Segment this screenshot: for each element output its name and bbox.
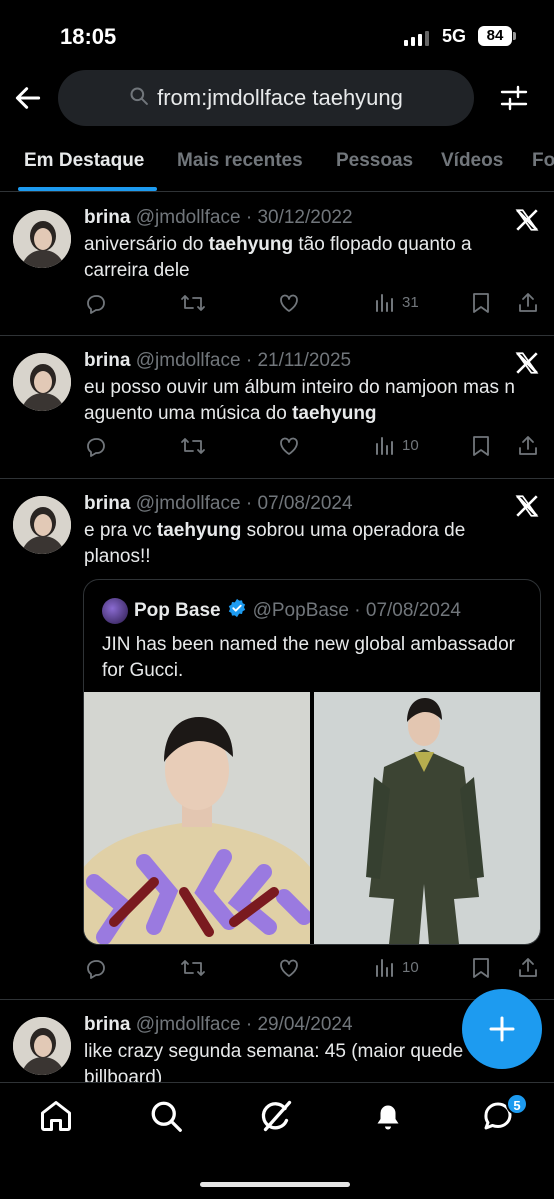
author-handle-date: @jmdollface · 21/11/2025 xyxy=(135,350,352,371)
tab-pessoas[interactable]: Pessoas xyxy=(336,150,413,172)
search-header: from:jmdollface taehyung xyxy=(0,70,554,126)
quote-handle-date: @PopBase · 07/08/2024 xyxy=(252,600,461,621)
active-tab-indicator xyxy=(18,187,157,191)
author-name[interactable]: brina xyxy=(84,350,130,371)
share-icon[interactable] xyxy=(516,956,540,980)
post-actions: 10 xyxy=(84,956,544,984)
author-handle-date: @jmdollface · 29/04/2024 xyxy=(135,1014,353,1035)
share-icon[interactable] xyxy=(516,434,540,458)
like-icon[interactable] xyxy=(276,434,302,458)
filter-settings-icon[interactable] xyxy=(498,82,530,114)
author-handle-date: @jmdollface · 30/12/2022 xyxy=(135,207,353,228)
post-header: brina @jmdollface · 07/08/2024 xyxy=(84,493,353,515)
bookmark-icon[interactable] xyxy=(470,434,492,458)
tab-fotos[interactable]: Fo xyxy=(532,150,554,172)
reply-icon[interactable] xyxy=(84,956,108,980)
compose-post-button[interactable] xyxy=(462,989,542,1069)
post-item[interactable]: brina @jmdollface · 30/12/2022 aniversár… xyxy=(0,193,554,336)
battery-icon: 84 xyxy=(478,26,512,46)
battery-cap xyxy=(513,32,516,40)
repost-icon[interactable] xyxy=(180,434,206,458)
messages-badge: 5 xyxy=(506,1093,528,1115)
post-header: brina @jmdollface · 29/04/2024 xyxy=(84,1014,353,1036)
avatar[interactable] xyxy=(13,1017,71,1075)
home-indicator xyxy=(200,1182,350,1187)
post-actions: 10 xyxy=(84,434,544,462)
post-actions: 31 xyxy=(84,291,544,319)
verified-badge-icon xyxy=(227,598,247,624)
tab-mais-recentes[interactable]: Mais recentes xyxy=(177,150,303,172)
post-header: brina @jmdollface · 30/12/2022 xyxy=(84,207,353,229)
tab-em-destaque[interactable]: Em Destaque xyxy=(24,150,144,172)
signal-icon xyxy=(404,31,429,46)
bookmark-icon[interactable] xyxy=(470,956,492,980)
back-arrow-icon[interactable] xyxy=(12,82,44,114)
search-query: from:jmdollface taehyung xyxy=(157,85,403,110)
post-header: brina @jmdollface · 21/11/2025 xyxy=(84,350,351,372)
x-logo-icon xyxy=(514,207,540,233)
repost-icon[interactable] xyxy=(180,956,206,980)
home-icon[interactable] xyxy=(38,1098,74,1134)
quote-author-name: Pop Base xyxy=(134,600,221,621)
x-logo-icon xyxy=(514,350,540,376)
views-count[interactable]: 10 xyxy=(374,434,419,456)
post-text: e pra vc taehyung sobrou uma operadora d… xyxy=(84,520,466,567)
bookmark-icon[interactable] xyxy=(470,291,492,315)
network-label: 5G xyxy=(442,26,467,46)
post-item[interactable]: brina @jmdollface · 07/08/2024 e pra vc … xyxy=(0,479,554,1000)
like-icon[interactable] xyxy=(276,291,302,315)
search-tabs: Em Destaque Mais recentes Pessoas Vídeos… xyxy=(0,140,554,192)
notifications-icon[interactable] xyxy=(370,1098,406,1134)
quoted-post[interactable]: Pop Base @PopBase · 07/08/2024 JIN has b… xyxy=(83,579,541,945)
post-text: eu posso ouvir um álbum inteiro do namjo… xyxy=(84,377,515,424)
views-count[interactable]: 31 xyxy=(374,291,419,313)
post-text: aniversário do taehyung tão flopado quan… xyxy=(84,234,472,281)
views-count[interactable]: 10 xyxy=(374,956,419,978)
quote-avatar[interactable] xyxy=(102,598,128,624)
status-bar: 18:05 5G 84 xyxy=(0,0,554,62)
search-icon xyxy=(129,86,149,111)
tab-videos[interactable]: Vídeos xyxy=(441,150,503,172)
plus-icon xyxy=(489,1016,515,1042)
quote-photo[interactable] xyxy=(314,692,540,944)
avatar[interactable] xyxy=(13,210,71,268)
search-icon[interactable] xyxy=(148,1098,184,1134)
avatar[interactable] xyxy=(13,353,71,411)
author-name[interactable]: brina xyxy=(84,493,130,514)
reply-icon[interactable] xyxy=(84,434,108,458)
grok-icon[interactable] xyxy=(258,1098,294,1134)
status-time: 18:05 xyxy=(60,24,117,49)
search-input[interactable]: from:jmdollface taehyung xyxy=(58,70,474,126)
quote-header: Pop Base @PopBase · 07/08/2024 xyxy=(102,598,461,624)
author-handle-date: @jmdollface · 07/08/2024 xyxy=(135,493,353,514)
avatar[interactable] xyxy=(13,496,71,554)
post-item[interactable]: brina @jmdollface · 21/11/2025 eu posso … xyxy=(0,336,554,479)
reply-icon[interactable] xyxy=(84,291,108,315)
share-icon[interactable] xyxy=(516,291,540,315)
like-icon[interactable] xyxy=(276,956,302,980)
x-logo-icon xyxy=(514,493,540,519)
author-name[interactable]: brina xyxy=(84,207,130,228)
post-text: like crazy segunda semana: 45 (maior que… xyxy=(84,1041,464,1082)
quote-text: JIN has been named the new global ambass… xyxy=(102,634,515,681)
author-name[interactable]: brina xyxy=(84,1014,130,1035)
repost-icon[interactable] xyxy=(180,291,206,315)
quote-photo[interactable] xyxy=(84,692,310,944)
